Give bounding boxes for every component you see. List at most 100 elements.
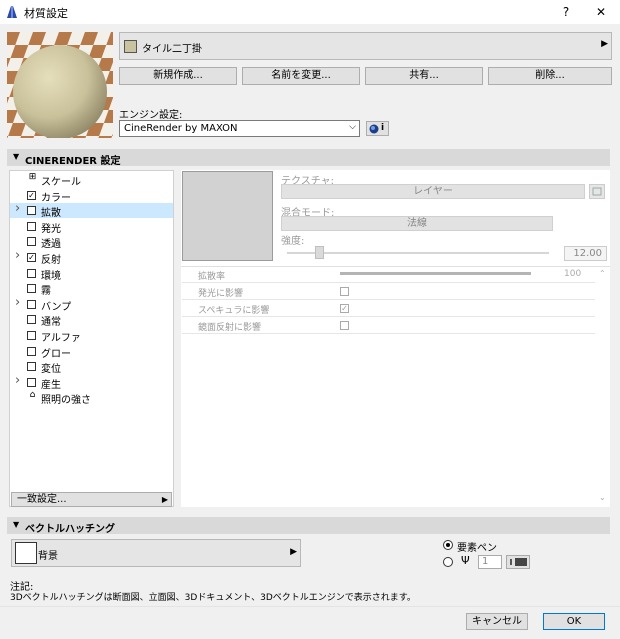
texture-browse-icon[interactable] — [589, 184, 605, 199]
expand-arrow-icon[interactable]: › — [15, 295, 20, 310]
cancel-button[interactable]: キャンセル — [466, 613, 528, 630]
ok-button[interactable]: OK — [543, 613, 605, 630]
match-settings-button[interactable]: 一致設定... ▶ — [11, 492, 172, 507]
affect-specular-label: スペキュラに影響 — [198, 306, 270, 316]
scroll-down-icon[interactable]: ⌄ — [599, 493, 606, 502]
pen-picker-button[interactable] — [506, 555, 530, 569]
channel-item[interactable]: アルファ — [10, 328, 173, 344]
cinerender-section-header[interactable]: ▼ CINERENDER 設定 — [7, 149, 610, 167]
vector-hatch-section-title: ベクトルハッチング — [25, 524, 115, 535]
title-bar: 材質設定 ? ✕ — [0, 0, 620, 24]
affect-reflection-checkbox[interactable] — [340, 321, 349, 330]
strength-input[interactable]: 12.00 — [564, 246, 607, 261]
affect-reflection-row: 鏡面反射に影響 — [182, 318, 595, 334]
channel-checkbox[interactable] — [27, 315, 36, 325]
channel-label: カラー — [41, 192, 71, 204]
strength-label: 強度: — [281, 236, 305, 247]
strength-slider-thumb[interactable] — [315, 246, 324, 259]
channel-item[interactable]: ⊞ スケール — [10, 172, 173, 189]
engine-info-button[interactable]: i — [366, 121, 389, 136]
channel-item[interactable]: › 産生 — [10, 373, 173, 391]
affect-emission-row: 発光に影響 — [182, 284, 595, 300]
expand-arrow-icon[interactable]: › — [15, 248, 20, 263]
custom-pen-radio[interactable] — [443, 557, 453, 567]
channel-checkbox[interactable] — [27, 237, 36, 247]
channel-label: グロー — [41, 348, 71, 360]
cinerender-section-title: CINERENDER 設定 — [25, 156, 121, 167]
channel-checkbox[interactable] — [27, 331, 36, 340]
channel-checkbox[interactable] — [27, 377, 36, 387]
strength-slider-track[interactable] — [287, 252, 549, 254]
channel-item[interactable]: › バンプ — [10, 295, 173, 313]
channel-label: 変位 — [41, 364, 61, 376]
engine-select[interactable]: CineRender by MAXON ⌵ — [119, 120, 360, 137]
hatch-pattern-selector[interactable]: 背景 ▶ — [11, 539, 301, 567]
close-button[interactable]: ✕ — [584, 0, 618, 24]
channel-item[interactable]: 変位 — [10, 359, 173, 376]
element-pen-radio[interactable] — [443, 540, 453, 550]
pen-number-input[interactable]: 1 — [478, 555, 502, 569]
expand-arrow-icon[interactable]: › — [15, 373, 20, 388]
diffusion-rate-value: 100 — [564, 269, 582, 279]
channel-checkbox[interactable] — [27, 221, 36, 231]
affect-specular-checkbox[interactable]: ✓ — [340, 304, 349, 313]
channel-label: 拡散 — [41, 208, 61, 220]
channel-label: 霧 — [41, 286, 51, 298]
share-button[interactable]: 共有... — [365, 67, 483, 85]
hatch-pattern-swatch — [15, 542, 37, 564]
engine-label: エンジン設定: — [119, 110, 183, 121]
material-color-swatch — [124, 40, 137, 53]
delete-button[interactable]: 削除... — [488, 67, 612, 85]
channel-item[interactable]: 透過 — [10, 234, 173, 250]
channel-checkbox[interactable] — [27, 268, 36, 278]
channel-label: 照明の強さ — [41, 395, 91, 407]
channel-item[interactable]: 環境 — [10, 266, 173, 282]
new-button[interactable]: 新規作成... — [119, 67, 237, 85]
diffusion-rate-bar[interactable] — [340, 272, 531, 275]
blend-mode-select[interactable]: 法線 — [281, 216, 553, 231]
properties-scrollbar[interactable]: ⌃ ⌄ — [596, 267, 610, 507]
vector-hatch-section-header[interactable]: ▼ ベクトルハッチング — [7, 517, 610, 535]
channel-item[interactable]: ⌂ 照明の強さ — [10, 390, 173, 407]
match-settings-label: 一致設定... — [17, 494, 67, 505]
cinerender-icon — [369, 124, 379, 134]
channel-item[interactable]: ✓ カラー — [10, 188, 173, 204]
engine-selected-value: CineRender by MAXON — [124, 123, 238, 134]
channel-item[interactable]: 霧 — [10, 281, 173, 298]
help-button[interactable]: ? — [549, 0, 583, 24]
channel-item[interactable]: 通常 — [10, 312, 173, 329]
channel-checkbox[interactable] — [27, 362, 36, 372]
channel-item[interactable]: グロー — [10, 344, 173, 360]
channel-checkbox[interactable]: ✓ — [27, 253, 36, 262]
chevron-right-icon: ▶ — [290, 547, 297, 557]
channel-label: スケール — [41, 177, 81, 188]
channel-item[interactable]: › ✓ 反射 — [10, 248, 173, 266]
expand-arrow-icon[interactable]: › — [15, 201, 20, 216]
channel-item[interactable]: › 拡散 — [10, 201, 173, 220]
element-pen-label: 要素ペン — [457, 543, 497, 554]
lighting-icon: ⌂ — [29, 390, 36, 401]
window-title: 材質設定 — [24, 7, 68, 20]
preview-sphere-image — [7, 32, 113, 138]
channel-checkbox[interactable] — [27, 299, 36, 309]
channel-label: 反射 — [41, 255, 61, 266]
scroll-up-icon[interactable]: ⌃ — [599, 269, 606, 278]
channel-tree[interactable]: ⊞ スケール ✓ カラー › 拡散 発光 透過 › ✓ 反射 環境霧 › バンプ 通常 アルファ グロー 変位 › 産… — [9, 170, 174, 507]
channel-checkbox[interactable] — [27, 284, 36, 294]
material-name: タイル二丁掛 — [142, 44, 202, 55]
info-icon: i — [381, 123, 385, 133]
layer-button[interactable]: レイヤー — [281, 184, 585, 199]
channel-label: アルファ — [41, 333, 81, 344]
channel-checkbox[interactable]: ✓ — [27, 190, 36, 200]
channel-label: 通常 — [41, 317, 61, 329]
affect-emission-checkbox[interactable] — [340, 287, 349, 296]
texture-thumbnail[interactable] — [182, 171, 273, 261]
channel-item[interactable]: 発光 — [10, 219, 173, 235]
channel-checkbox[interactable] — [27, 346, 36, 356]
channel-checkbox[interactable] — [27, 206, 36, 216]
rename-button[interactable]: 名前を変更... — [242, 67, 360, 85]
channel-label: 環境 — [41, 270, 61, 282]
material-preview — [7, 32, 113, 138]
material-name-selector[interactable]: タイル二丁掛 ▶ — [119, 32, 612, 60]
channel-label: バンプ — [41, 301, 72, 313]
